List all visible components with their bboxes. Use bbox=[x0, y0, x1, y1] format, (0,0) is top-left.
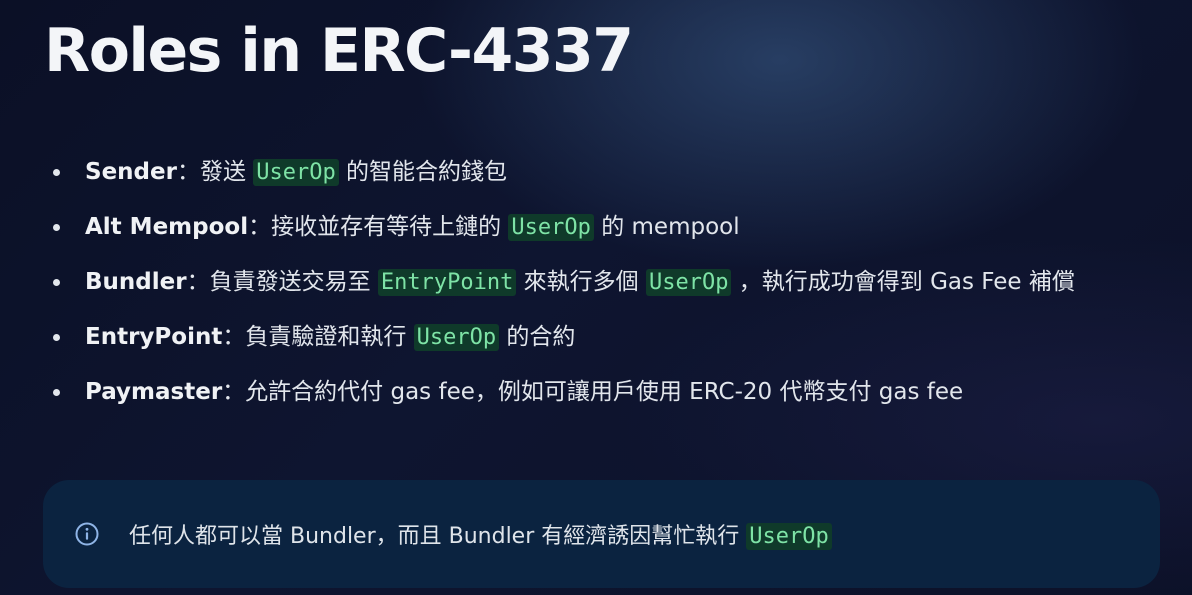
callout-text: 任何人都可以當 Bundler，而且 Bundler 有經濟誘因幫忙執行 Use… bbox=[129, 518, 832, 550]
list-item-entrypoint: EntryPoint：負責驗證和執行 UserOp 的合約 bbox=[50, 315, 1150, 360]
role-name: EntryPoint bbox=[85, 324, 223, 350]
roles-list: Sender：發送 UserOp 的智能合約錢包 Alt Mempool：接收並… bbox=[50, 150, 1150, 414]
separator: ： bbox=[248, 214, 272, 240]
list-item-alt-mempool: Alt Mempool：接收並存有等待上鏈的 UserOp 的 mempool bbox=[50, 205, 1150, 250]
code-userop: UserOp bbox=[253, 159, 339, 186]
role-text: 負責驗證和執行 bbox=[245, 324, 414, 350]
role-text: 允許合約代付 gas fee，例如可讓用戶使用 ERC-20 代幣支付 gas … bbox=[245, 379, 964, 405]
separator: ： bbox=[176, 159, 200, 185]
code-entrypoint: EntryPoint bbox=[377, 269, 517, 296]
role-text: 接收並存有等待上鏈的 bbox=[271, 214, 509, 240]
code-userop: UserOp bbox=[645, 269, 732, 296]
page-title: Roles in ERC-4337 bbox=[44, 16, 634, 86]
role-name: Sender bbox=[85, 159, 177, 185]
role-text: 的合約 bbox=[499, 324, 576, 350]
separator: ： bbox=[222, 324, 246, 350]
role-name: Alt Mempool bbox=[85, 214, 249, 240]
role-text: 的智能合約錢包 bbox=[338, 159, 508, 185]
separator: ： bbox=[222, 379, 246, 405]
callout-message: 任何人都可以當 Bundler，而且 Bundler 有經濟誘因幫忙執行 bbox=[129, 524, 747, 549]
separator: ： bbox=[186, 269, 210, 295]
code-userop: UserOp bbox=[508, 214, 594, 241]
role-name: Paymaster bbox=[85, 379, 223, 405]
list-item-paymaster: Paymaster：允許合約代付 gas fee，例如可讓用戶使用 ERC-20… bbox=[50, 370, 1150, 414]
list-item-sender: Sender：發送 UserOp 的智能合約錢包 bbox=[50, 150, 1150, 195]
info-icon bbox=[74, 521, 100, 547]
role-text: 來執行多個 bbox=[516, 269, 646, 295]
info-callout: 任何人都可以當 Bundler，而且 Bundler 有經濟誘因幫忙執行 Use… bbox=[43, 480, 1160, 588]
code-userop: UserOp bbox=[413, 324, 500, 351]
role-name: Bundler bbox=[85, 269, 187, 295]
role-text: 負責發送交易至 bbox=[209, 269, 378, 295]
code-userop: UserOp bbox=[746, 523, 832, 550]
list-item-bundler: Bundler：負責發送交易至 EntryPoint 來執行多個 UserOp … bbox=[50, 260, 1150, 305]
role-text: 發送 bbox=[199, 159, 254, 185]
role-text: 的 mempool bbox=[593, 214, 740, 240]
role-text: ，執行成功會得到 Gas Fee 補償 bbox=[731, 269, 1075, 295]
